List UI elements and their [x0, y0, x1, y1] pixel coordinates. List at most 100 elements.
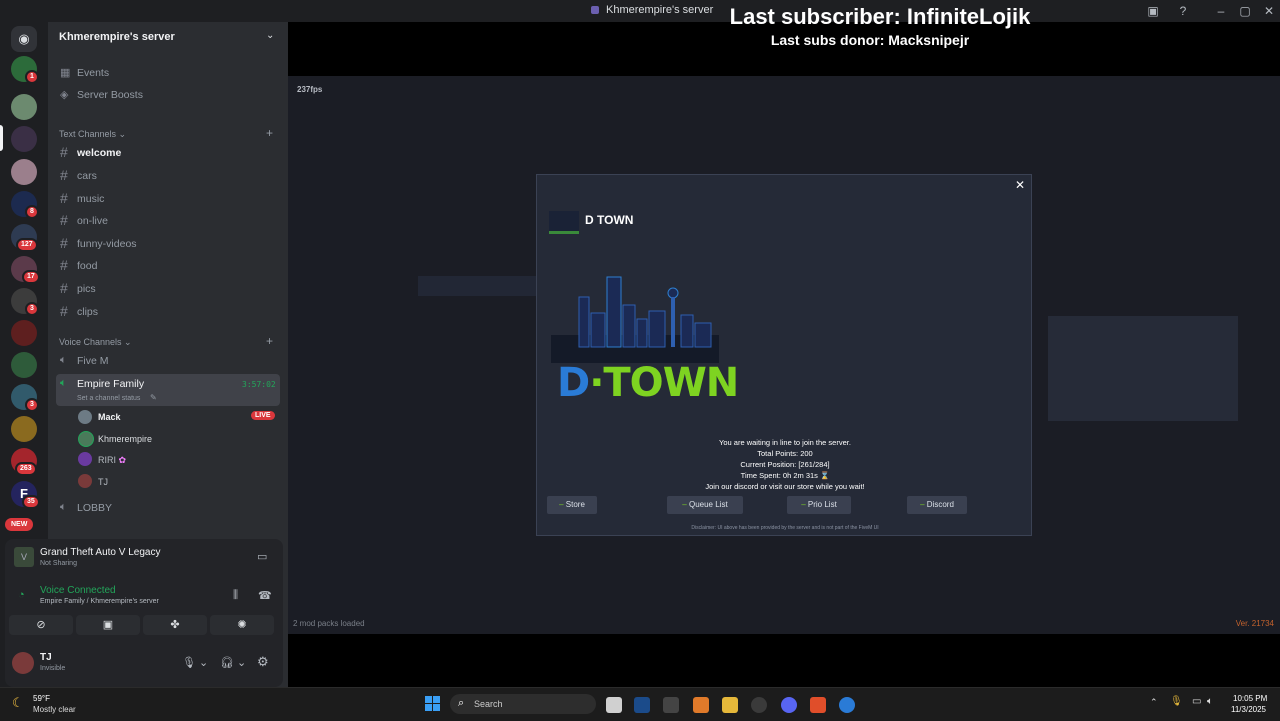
weather-temp[interactable]: 59°F — [33, 694, 50, 703]
last-donor-overlay: Last subs donor: Macksnipejr — [770, 32, 970, 48]
inbox-icon[interactable]: ▣ — [1145, 3, 1161, 19]
disconnect-icon[interactable]: ☎ — [258, 589, 272, 602]
voice-channel-lobby[interactable]: 🔈︎ LOBBY — [56, 498, 280, 518]
steam-icon[interactable] — [634, 697, 650, 713]
channel-pics[interactable]: # pics — [56, 279, 280, 299]
pencil-icon[interactable]: ✎ — [150, 393, 157, 402]
clock-date[interactable]: 11/3/2025 — [1231, 705, 1266, 714]
server-name-header[interactable]: Khmerempire's server — [59, 31, 175, 43]
help-icon[interactable]: ? — [1175, 3, 1191, 19]
microphone-icon[interactable]: 🎙︎ ⌄ — [182, 656, 208, 669]
server-icon[interactable] — [11, 352, 37, 378]
add-voice-channel-icon[interactable]: + — [266, 334, 273, 348]
channel-status[interactable]: Set a channel status — [77, 395, 140, 402]
background-ad-image — [1048, 316, 1238, 421]
voice-user-tj[interactable]: TJ — [98, 477, 108, 487]
server-icon[interactable] — [11, 320, 37, 346]
store-button[interactable]: – Store — [547, 496, 597, 514]
game-title: Grand Theft Auto V Legacy — [40, 547, 161, 558]
channel-on-live[interactable]: # on-live — [56, 211, 280, 231]
camera-off-button[interactable]: ⊘ — [9, 615, 73, 635]
server-icon[interactable]: 3 — [11, 288, 39, 316]
hash-icon: # — [60, 190, 68, 206]
channel-cars[interactable]: # cars — [56, 166, 280, 186]
events-item[interactable]: ▦ Events — [56, 63, 280, 83]
taskbar-search[interactable]: ⌕ Search — [450, 694, 596, 714]
screen-share-icon[interactable]: ▭ — [257, 550, 267, 563]
server-icon-small — [591, 6, 599, 14]
brave-icon[interactable] — [810, 697, 826, 713]
discord-button[interactable]: – Discord — [907, 496, 967, 514]
folder-icon[interactable] — [722, 697, 738, 713]
app-icon[interactable] — [693, 697, 709, 713]
server-icon[interactable]: 8 — [11, 191, 39, 219]
app-icon[interactable] — [751, 697, 767, 713]
channel-clips[interactable]: # clips — [56, 302, 280, 322]
weather-desc[interactable]: Mostly clear — [33, 705, 76, 714]
hash-icon: # — [60, 167, 68, 183]
voice-channel-empire-family[interactable]: 🔈︎ Empire Family 3:57:02 Set a channel s… — [56, 374, 280, 406]
weather-icon[interactable]: ☾ — [12, 695, 24, 711]
activities-button[interactable]: ✤ — [143, 615, 207, 635]
voice-user-riri[interactable]: RIRI ✿ — [98, 455, 126, 466]
close-icon[interactable]: ✕ — [1015, 178, 1025, 192]
network-icon[interactable]: ▭ — [1192, 696, 1201, 707]
mic-tray-icon[interactable]: 🎙︎ — [1170, 696, 1183, 707]
voice-channels-category[interactable]: Voice Channels ⌄ — [59, 337, 132, 348]
volume-icon[interactable]: 🔈︎ — [1207, 696, 1213, 707]
server-icon[interactable]: F 35 — [11, 481, 40, 509]
queue-list-button[interactable]: – Queue List — [667, 496, 743, 514]
voice-channel-five-m[interactable]: 🔈︎ Five M — [56, 351, 280, 371]
add-channel-icon[interactable]: + — [266, 126, 273, 140]
window-title: Khmerempire's server — [606, 4, 714, 16]
app-icon[interactable] — [839, 697, 855, 713]
soundboard-button[interactable]: ✺ — [210, 615, 274, 635]
app-icon[interactable] — [663, 697, 679, 713]
file-explorer-icon[interactable] — [606, 697, 622, 713]
avatar[interactable] — [78, 452, 92, 466]
settings-icon[interactable]: ⚙ — [257, 654, 269, 670]
server-icon[interactable] — [11, 94, 37, 120]
discord-icon[interactable] — [781, 697, 797, 713]
maximize-button[interactable]: ▢ — [1237, 3, 1253, 19]
prio-list-button[interactable]: – Prio List — [787, 496, 851, 514]
user-status: Invisible — [40, 665, 66, 672]
avatar[interactable] — [12, 652, 34, 674]
avatar[interactable] — [78, 474, 92, 488]
channel-funny-videos[interactable]: # funny-videos — [56, 234, 280, 254]
discord-home-icon[interactable]: ◉ — [11, 26, 37, 52]
voice-channel-path[interactable]: Empire Family / Khmerempire's server — [40, 598, 159, 605]
avatar[interactable] — [78, 410, 92, 424]
fps-counter: 237fps — [297, 85, 323, 94]
headphones-icon[interactable]: 🎧︎ ⌄ — [220, 656, 246, 669]
channel-welcome[interactable]: # welcome — [56, 143, 280, 163]
version-label: Ver. 21734 — [1235, 619, 1274, 628]
text-channels-category[interactable]: Text Channels ⌄ — [59, 129, 126, 140]
server-icon[interactable] — [11, 416, 37, 442]
channel-food[interactable]: # food — [56, 256, 280, 276]
boost-icon: ◈ — [60, 89, 69, 101]
voice-user-khmerempire[interactable]: Khmerempire — [98, 434, 152, 444]
windows-start-icon[interactable] — [425, 696, 441, 712]
chevron-down-icon[interactable]: ⌄ — [266, 30, 274, 41]
server-icon[interactable] — [11, 126, 37, 152]
hash-icon: # — [60, 280, 68, 296]
minimize-button[interactable]: – — [1213, 3, 1229, 19]
dtown-small-logo — [549, 211, 579, 234]
clock-time[interactable]: 10:05 PM — [1233, 694, 1267, 703]
voice-user-mack[interactable]: Mack — [98, 412, 121, 422]
share-screen-button[interactable]: ▣ — [76, 615, 140, 635]
server-icon[interactable]: 263 — [11, 448, 37, 476]
close-button[interactable]: ✕ — [1261, 3, 1277, 19]
server-icon[interactable] — [11, 159, 37, 185]
server-icon[interactable]: 3 — [11, 384, 39, 412]
voice-connected-status[interactable]: Voice Connected — [40, 585, 116, 596]
channel-music[interactable]: # music — [56, 189, 280, 209]
server-icon[interactable]: 17 — [11, 256, 40, 284]
server-icon[interactable]: 1 — [11, 56, 39, 84]
noise-suppression-icon[interactable]: ⫼ — [233, 589, 238, 602]
tray-chevron-icon[interactable]: ⌃ — [1150, 697, 1158, 708]
server-icon[interactable]: 127 — [11, 224, 38, 252]
avatar[interactable] — [78, 431, 94, 447]
server-boosts-item[interactable]: ◈ Server Boosts — [56, 85, 280, 105]
